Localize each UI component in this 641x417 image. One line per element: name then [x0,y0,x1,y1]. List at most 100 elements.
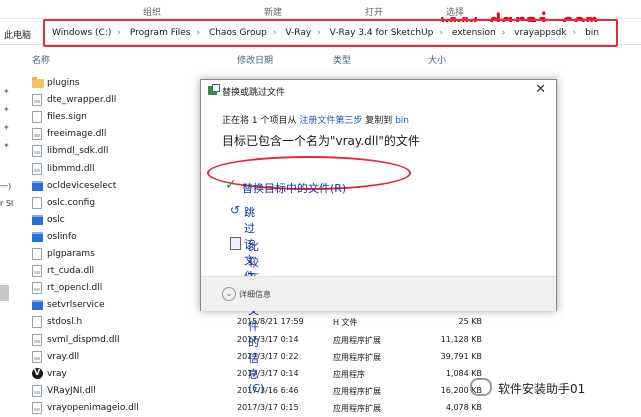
wechat-watermark: 软件安装助手01 [470,378,585,397]
chevron-right-icon: › [572,28,577,38]
dialog-footer: ⌄ 详细信息 [201,276,556,311]
file-name: plugins [47,78,80,88]
chevron-right-icon: › [439,28,443,38]
this-pc-label[interactable]: 此电脑 [4,28,31,41]
chevron-right-icon: › [501,28,506,38]
ribbon-new[interactable]: 新建 [264,5,282,18]
file-name: oslc.config [47,197,96,208]
column-name[interactable]: 名称 [32,53,50,66]
copy-progress-text: 正在将 1 个项目从 注册文件第三步 复制到 bin [222,113,409,126]
application-icon [32,300,43,311]
chevron-right-icon: › [317,28,321,38]
file-date: 2015/8/21 17:59 [237,317,304,327]
file-type: 应用程序扩展 [333,352,381,362]
file-size: 39,791 KB [440,351,482,361]
column-size[interactable]: 大小 [428,53,446,66]
file-icon [32,162,42,175]
file-row[interactable]: svml_dispmd.dll 2017/3/17 0:14 应用程序扩展 11,12… [0,331,641,349]
file-name: libmmd.dll [47,163,95,174]
file-icon [32,384,42,397]
file-icon [32,316,42,329]
file-date: 2017/3/17 0:22 [237,351,299,361]
file-name: files.sign [47,112,87,123]
dialog-titlebar: 替换或跳过文件 ✕ [201,80,556,100]
file-date: 2017/3/17 0:14 [237,334,299,344]
file-icon [32,94,42,107]
column-headers: 名称 修改日期 类型 大小 [0,50,641,66]
file-type: 应用程序扩展 [333,403,381,413]
checkmark-icon: ✓ [225,177,237,193]
file-icon [32,333,42,346]
file-icon [32,282,42,295]
file-size: 25 KB [458,317,482,327]
vray-app-icon [32,367,43,379]
file-date: 2017/3/17 0:14 [237,368,299,378]
file-name: vrayopenimageio.dll [47,402,139,413]
file-icon [32,128,42,141]
copy-text-mid: 复制到 [362,116,396,126]
file-name: vray.dll [47,351,80,362]
file-name: VRayJNI.dll [47,385,96,396]
ribbon-open[interactable]: 打开 [365,5,383,18]
file-icon [32,196,42,209]
destination-folder-link[interactable]: bin [395,116,409,126]
crumb-bin[interactable]: bin [585,28,599,38]
replace-option-label: 替换目标中的文件(R) [242,182,347,195]
file-name: libmdl_sdk.dll [47,146,109,157]
file-icon [32,145,42,158]
file-name: ocldeviceselect [47,180,117,191]
application-icon [32,231,43,242]
application-icon [32,180,43,191]
crumb-drive[interactable]: Windows (C:) [52,28,111,38]
address-bar: 此电脑 Windows (C:) › Program Files › Chaos G… [0,19,641,47]
crumb-extension[interactable]: extension [452,28,496,38]
file-row[interactable]: vrayopenimageio.dll 2017/3/17 0:15 应用程序扩展 4… [0,399,641,417]
chevron-right-icon: › [117,28,121,38]
file-icon [32,111,42,124]
replace-option[interactable]: ✓ 替换目标中的文件(R) [222,174,542,198]
file-icon [32,401,42,414]
file-row[interactable]: vray.dll 2017/3/17 0:22 应用程序扩展 39,791 KB [0,348,641,366]
wechat-label: 软件安装助手01 [498,382,586,396]
file-type: 应用程序扩展 [333,386,381,396]
crumb-vray-sketchup[interactable]: V-Ray 3.4 for SketchUp [330,28,434,38]
compare-option-label: 比较两个文件的信息(C) [248,240,265,395]
breadcrumb[interactable]: Windows (C:) › Program Files › Chaos Group… [52,28,599,38]
file-name: oslc [47,214,65,225]
column-type[interactable]: 类型 [333,53,351,66]
skip-arrow-icon: ↺ [230,203,241,217]
chevron-right-icon: › [196,28,201,38]
file-icon [32,350,42,363]
crumb-program-files[interactable]: Program Files [130,28,191,38]
column-date[interactable]: 修改日期 [237,53,273,66]
ribbon-organize[interactable]: 组织 [143,5,161,18]
file-size: 11,128 KB [440,334,482,344]
chevron-down-icon[interactable]: ⌄ [222,287,236,301]
file-name: svml_dispmd.dll [47,334,120,345]
file-icon [32,265,42,278]
file-date: 2017/3/17 0:15 [237,402,299,412]
file-icon [32,248,42,260]
file-name: oslinfo [47,231,77,242]
file-size: 4,078 KB [445,402,482,412]
file-type: 应用程序扩展 [333,335,381,345]
folder-icon [32,77,44,88]
file-name: vray [47,368,67,379]
file-date: 2017/3/16 6:46 [237,385,299,395]
source-folder-link[interactable]: 注册文件第三步 [299,116,362,126]
dialog-headline: 目标已包含一个名为"vray.dll"的文件 [222,134,420,148]
crumb-vray[interactable]: V-Ray [285,28,311,38]
chevron-right-icon: › [272,28,277,38]
close-icon[interactable]: ✕ [535,82,546,97]
file-name: plgparams [47,249,95,259]
crumb-chaos-group[interactable]: Chaos Group [209,28,267,38]
crumb-vrayappsdk[interactable]: vrayappsdk [514,28,566,38]
file-name: rt_cuda.dll [47,266,95,277]
file-type: 应用程序 [333,369,365,379]
copy-text-prefix: 正在将 1 个项目从 [222,116,300,126]
copy-icon [208,84,220,95]
file-row[interactable]: stdosl.h 2015/8/21 17:59 H 文件 25 KB [0,313,641,331]
file-type: H 文件 [333,318,358,328]
file-name: dte_wrapper.dll [47,95,117,106]
details-toggle[interactable]: 详细信息 [239,289,271,300]
